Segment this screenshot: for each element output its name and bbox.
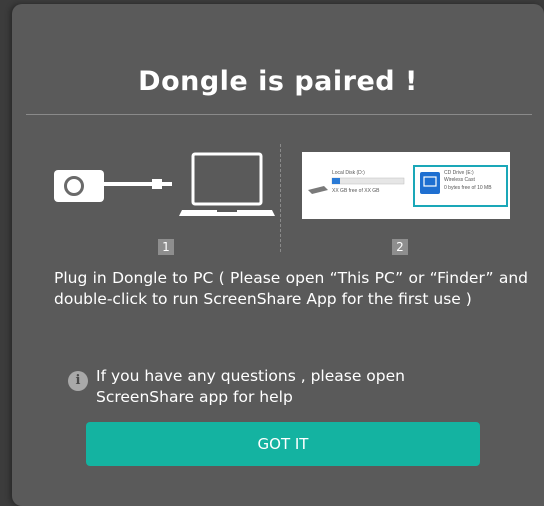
step1-illustration: [52, 152, 282, 224]
cd-drive-name: CD Drive (E:): [444, 170, 474, 176]
hard-drive-icon: [308, 186, 328, 194]
got-it-button[interactable]: GOT IT: [86, 422, 480, 466]
step-number-2: 2: [392, 239, 408, 255]
local-disk-free: XX GB free of XX GB: [332, 188, 380, 194]
local-disk-entry: Local Disk (D:) XX GB free of XX GB: [308, 170, 405, 194]
laptop-icon: [179, 152, 275, 216]
local-disk-usage-bar: [331, 177, 405, 185]
steps-divider: [280, 144, 281, 252]
cast-drive-icon: [420, 172, 440, 194]
local-disk-name: Local Disk (D:): [332, 170, 365, 176]
cd-drive-label: Wireless Cast: [444, 177, 475, 183]
cd-drive-free: 0 bytes free of 10 MB: [444, 185, 492, 191]
cd-drive-entry: CD Drive (E:) Wireless Cast 0 bytes free…: [413, 165, 508, 207]
pairing-dialog: Dongle is paired ! Local Disk (D:) XX GB…: [12, 4, 544, 506]
dialog-title: Dongle is paired !: [138, 66, 418, 97]
title-divider: [26, 114, 532, 115]
step-number-1: 1: [158, 239, 174, 255]
help-info-text: If you have any questions , please open …: [96, 367, 405, 406]
instruction-text: Plug in Dongle to PC ( Please open “This…: [54, 269, 528, 308]
info-icon: i: [68, 371, 88, 391]
dongle-icon: [54, 170, 172, 202]
step2-explorer-illustration: Local Disk (D:) XX GB free of XX GB CD D…: [302, 152, 510, 219]
